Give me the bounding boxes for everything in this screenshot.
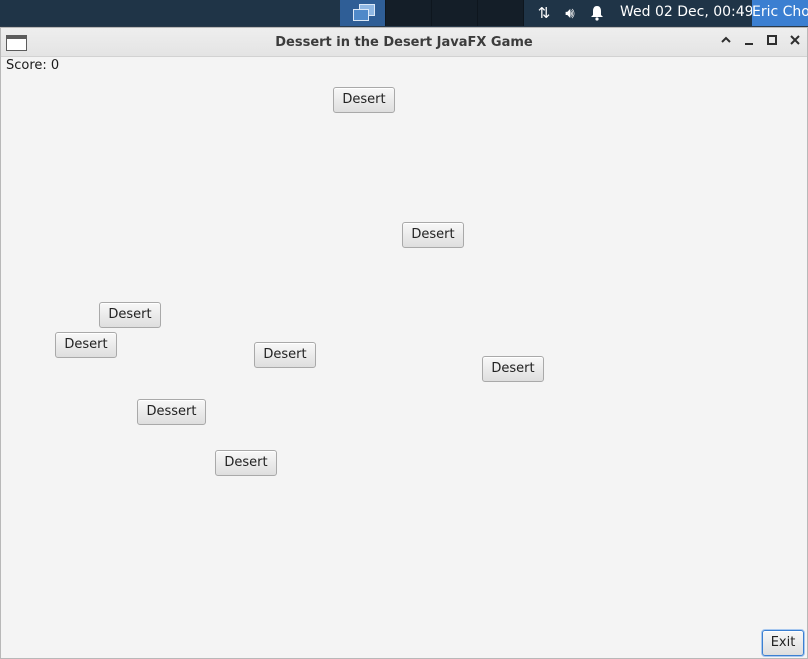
top-panel: ⇅ 🔊︎ Wed 02 Dec, 00:49 Eric Choi [0, 0, 808, 26]
user-menu[interactable]: Eric Choi [752, 0, 808, 26]
score-label: Score: 0 [6, 58, 60, 73]
network-icon[interactable]: ⇅ [535, 4, 553, 22]
workspace-4-button[interactable] [478, 0, 524, 26]
minimize-icon[interactable] [741, 34, 757, 50]
volume-icon[interactable]: 🔊︎ [561, 4, 579, 22]
desert-button[interactable]: Desert [215, 450, 277, 476]
maximize-icon[interactable] [764, 34, 780, 50]
exit-button[interactable]: Exit [762, 630, 804, 656]
desert-button[interactable]: Desert [333, 87, 395, 113]
app-window: Dessert in the Desert JavaFX Game Score:… [0, 27, 808, 659]
workspace-3-button[interactable] [432, 0, 478, 26]
workspace-windows-icon [353, 4, 375, 21]
close-icon[interactable] [787, 34, 803, 50]
desert-button[interactable]: Desert [402, 222, 464, 248]
workspace-1-button[interactable] [340, 0, 386, 26]
window-titlebar[interactable]: Dessert in the Desert JavaFX Game [1, 28, 807, 57]
desert-button[interactable]: Desert [55, 332, 117, 358]
game-area: Score: 0 Desert Desert Desert Desert Des… [3, 58, 805, 656]
desert-button[interactable]: Desert [482, 356, 544, 382]
notification-bell-icon[interactable] [588, 4, 606, 22]
shade-icon[interactable] [718, 34, 734, 50]
desert-button[interactable]: Desert [254, 342, 316, 368]
dessert-button[interactable]: Dessert [137, 399, 206, 425]
workspace-2-button[interactable] [386, 0, 432, 26]
desert-button[interactable]: Desert [99, 302, 161, 328]
window-title: Dessert in the Desert JavaFX Game [275, 35, 533, 50]
clock[interactable]: Wed 02 Dec, 00:49 [620, 0, 754, 26]
